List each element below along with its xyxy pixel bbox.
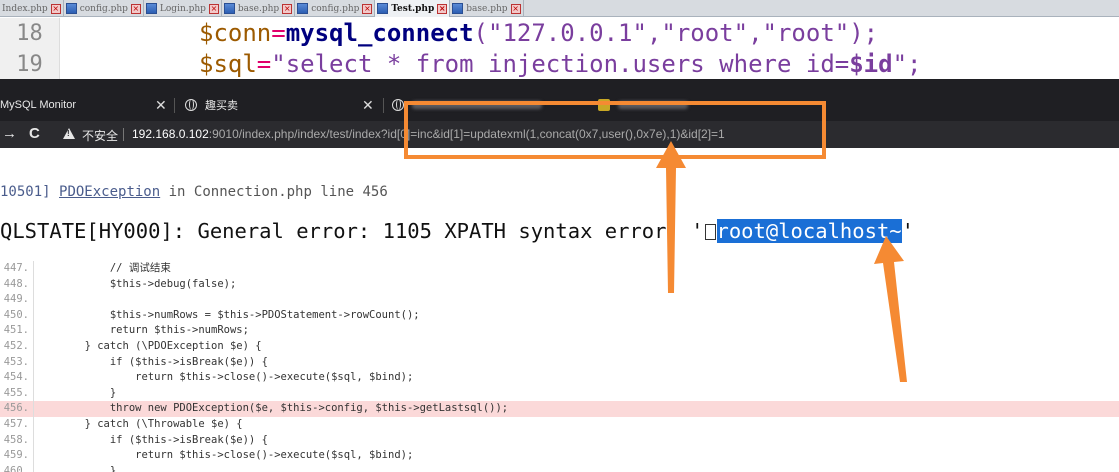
source-line: 454. return $this->close()->execute($sql… (0, 370, 1119, 386)
line-number: 454. (3, 371, 29, 384)
source-line: 448. $this->debug(false); (0, 276, 1119, 293)
close-icon[interactable]: × (130, 3, 141, 14)
unprintable-char (704, 224, 716, 240)
editor-tab-bar: Index.php × config.php × Login.php × base.php ×… (0, 0, 1119, 17)
close-icon[interactable]: ✕ (362, 97, 374, 114)
editor-tab[interactable]: base.php × (450, 0, 524, 17)
code-line: 18 $conn=mysql_connect("127.0.0.1","root… (0, 18, 1119, 49)
line-number: 450. (3, 308, 29, 321)
warning-icon[interactable] (63, 128, 75, 139)
source-line: 452. } catch (\PDOException $e) { (0, 339, 1119, 355)
php-file-icon (377, 3, 389, 14)
php-file-icon (145, 3, 157, 14)
source-line: 459. return $this->close()->execute($sql… (0, 448, 1119, 464)
exception-header: 10501] PDOException in Connection.php li… (0, 184, 388, 200)
line-number: 452. (3, 340, 29, 352)
source-text: $this->debug(false); (34, 277, 237, 290)
line-number: 449. (3, 293, 29, 306)
line-number: 456. (3, 402, 29, 415)
line-number: 19 (0, 49, 60, 80)
globe-icon (392, 99, 404, 111)
editor-tab-label: config.php (311, 3, 360, 14)
editor-tab[interactable]: base.php × (222, 0, 296, 17)
source-text: if ($this->isBreak($e)) { (34, 355, 268, 368)
editor-tab[interactable]: config.php × (64, 0, 144, 17)
php-file-icon (452, 3, 464, 14)
editor-tab-label: Test.php (391, 3, 435, 14)
editor-tab-label: Login.php (159, 3, 206, 14)
php-file-icon (223, 3, 235, 14)
editor-tab-label: base.php (466, 3, 508, 14)
source-text: if ($this->isBreak($e)) { (34, 433, 268, 446)
exception-class-link[interactable]: PDOException (59, 184, 160, 200)
security-label[interactable]: 不安全 (82, 127, 118, 144)
tab-label: 趣买卖 (205, 100, 238, 112)
source-text: } catch (\PDOException $e) { (34, 340, 262, 352)
editor-tab-label: base.php (237, 3, 280, 14)
line-number: 453. (3, 355, 29, 368)
editor-tab[interactable]: Test.php × (375, 0, 451, 17)
source-text: } catch (\Throwable $e) { (34, 418, 243, 430)
line-number: 460. (3, 464, 29, 472)
close-icon[interactable]: × (437, 3, 448, 14)
tab-divider (174, 98, 175, 113)
close-icon[interactable]: × (208, 3, 219, 14)
code-text: $sql="select * from injection.users wher… (199, 50, 922, 78)
annotation-rectangle (404, 101, 826, 159)
line-number: 447. (3, 262, 29, 274)
error-source-line: 456. throw new PDOException($e, $this->c… (0, 401, 1119, 417)
source-line: 458. if ($this->isBreak($e)) { (0, 432, 1119, 449)
source-text: return $this->close()->execute($sql, $bi… (34, 371, 414, 384)
editor-tab-label: config.php (79, 3, 128, 14)
tab-mysql-monitor[interactable]: MySQL Monitor ✕ (0, 89, 170, 121)
source-line: 449. (0, 292, 1119, 308)
line-number: 459. (3, 449, 29, 462)
close-icon[interactable]: ✕ (155, 97, 167, 114)
source-text: return $this->numRows; (34, 324, 249, 337)
source-line: 447. // 调试结束 (0, 261, 1119, 277)
url-divider (123, 128, 124, 141)
page-content: 10501] PDOException in Connection.php li… (0, 148, 1119, 472)
editor-tab[interactable]: config.php × (295, 0, 376, 17)
source-line: 450. $this->numRows = $this->PDOStatemen… (0, 307, 1119, 324)
code-text: $conn=mysql_connect("127.0.0.1","root","… (199, 19, 879, 47)
php-file-icon (65, 3, 77, 14)
source-line: 455. } (0, 385, 1119, 402)
forward-arrow-icon[interactable]: → (2, 125, 17, 143)
source-listing: 447. // 调试结束 448. $this->debug(false); 449… (0, 261, 1119, 472)
source-line: 460. } (0, 463, 1119, 472)
tab-label: MySQL Monitor (0, 99, 77, 111)
source-text: } (34, 386, 117, 399)
line-number: 448. (3, 277, 29, 290)
reload-icon[interactable]: C (29, 125, 40, 143)
editor-tab-label: Index.php (2, 3, 48, 14)
source-text: } (34, 464, 117, 472)
source-line: 457. } catch (\Throwable $e) { (0, 417, 1119, 433)
source-line: 453. if ($this->isBreak($e)) { (0, 354, 1119, 371)
php-file-icon (297, 3, 309, 14)
line-number: 18 (0, 18, 60, 49)
source-text: throw new PDOException($e, $this->config… (34, 402, 509, 415)
code-line: 19 $sql="select * from injection.users w… (0, 49, 1119, 80)
selected-text[interactable]: root@localhost~ (716, 219, 902, 243)
editor-tab[interactable]: Index.php × (0, 0, 64, 17)
tab-divider (383, 98, 384, 113)
source-line: 451. return $this->numRows; (0, 323, 1119, 339)
line-number: 457. (3, 418, 29, 430)
close-icon[interactable]: × (282, 3, 293, 14)
close-icon[interactable]: × (510, 3, 521, 14)
close-icon[interactable]: × (362, 3, 373, 14)
source-text: return $this->close()->execute($sql, $bi… (34, 449, 414, 462)
editor-tab[interactable]: Login.php × (144, 0, 222, 17)
line-number: 451. (3, 324, 29, 337)
line-number: 458. (3, 433, 29, 446)
globe-icon (185, 99, 197, 111)
line-number: 455. (3, 386, 29, 399)
editor-code-area[interactable]: 18 $conn=mysql_connect("127.0.0.1","root… (0, 18, 1119, 80)
source-text: // 调试结束 (34, 262, 171, 274)
exception-message: QLSTATE[HY000]: General error: 1105 XPAT… (0, 219, 914, 243)
source-text: $this->numRows = $this->PDOStatement->ro… (34, 308, 420, 321)
close-icon[interactable]: × (50, 3, 61, 14)
tab-qumaimai[interactable]: 趣买卖 ✕ (185, 89, 380, 121)
